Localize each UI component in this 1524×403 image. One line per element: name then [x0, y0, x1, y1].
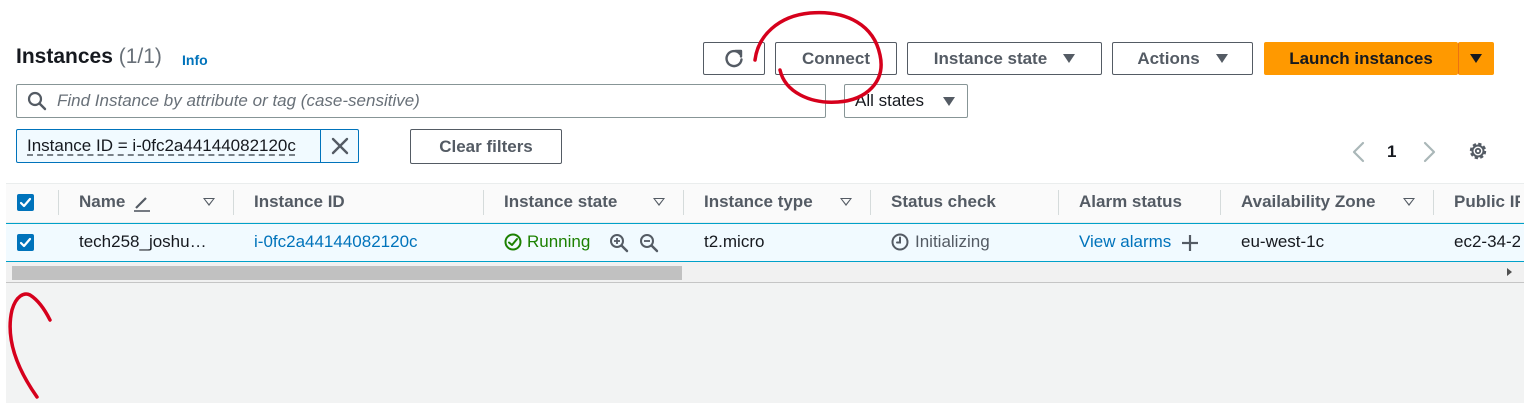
next-page-button[interactable]	[1420, 140, 1438, 169]
column-header-public-ip[interactable]: Public IP	[1454, 192, 1520, 212]
clock-icon	[891, 233, 909, 251]
column-separator	[483, 190, 484, 215]
states-select[interactable]: All states	[844, 84, 968, 118]
column-separator	[58, 190, 59, 215]
search-icon	[27, 91, 47, 111]
column-header-status-check[interactable]: Status check	[891, 192, 996, 212]
clear-filters-label: Clear filters	[439, 136, 533, 156]
column-header-name[interactable]: Name	[79, 192, 125, 212]
column-header-instance-state[interactable]: Instance state	[504, 192, 617, 212]
clear-filters-button[interactable]: Clear filters	[410, 129, 562, 164]
filter-token-label: Instance ID = i-0fc2a44144082120c	[27, 136, 296, 155]
connect-button-label: Connect	[802, 48, 870, 68]
availability-zone: eu-west-1c	[1241, 232, 1325, 251]
refresh-icon	[725, 49, 743, 67]
instance-name: tech258_joshu…	[79, 232, 207, 251]
page-title: Instances (1/1)	[16, 45, 162, 69]
sort-icon[interactable]	[1403, 198, 1415, 206]
search-input[interactable]	[57, 91, 797, 111]
previous-page-button[interactable]	[1350, 140, 1368, 169]
column-header-instance-type[interactable]: Instance type	[704, 192, 813, 212]
instance-state-status: Running	[504, 232, 590, 252]
sort-icon[interactable]	[653, 198, 665, 206]
close-icon	[331, 137, 348, 155]
status-check: Initializing	[891, 232, 990, 252]
caret-down-icon	[943, 96, 955, 106]
page-number[interactable]: 1	[1387, 142, 1396, 162]
launch-instances-label: Launch instances	[1289, 48, 1433, 68]
column-separator	[683, 190, 684, 215]
instance-id-link[interactable]: i-0fc2a44144082120c	[254, 232, 418, 252]
instance-state-label: Instance state	[933, 48, 1048, 68]
instance-state-text: Running	[527, 232, 591, 251]
column-separator	[1220, 190, 1221, 215]
checkmark-icon	[19, 237, 32, 248]
caret-down-icon	[1215, 54, 1228, 63]
chevron-left-icon	[1352, 141, 1365, 163]
public-dns: ec2-34-2	[1454, 232, 1520, 251]
launch-instances-button[interactable]: Launch instances	[1264, 42, 1458, 75]
gear-icon	[1469, 142, 1487, 160]
column-separator	[1058, 190, 1059, 215]
scrollbar-thumb[interactable]	[12, 266, 682, 280]
column-header-alarm-status[interactable]: Alarm status	[1079, 192, 1182, 212]
status-check-text: Initializing	[915, 232, 990, 251]
sort-icon[interactable]	[840, 198, 852, 206]
caret-down-icon	[1470, 54, 1482, 63]
instance-type: t2.micro	[704, 232, 765, 251]
connect-button[interactable]: Connect	[775, 42, 897, 75]
filter-token: Instance ID = i-0fc2a44144082120c	[16, 129, 359, 163]
column-separator	[233, 190, 234, 215]
row-checkbox[interactable]	[17, 234, 34, 251]
actions-label: Actions	[1137, 48, 1200, 68]
page-title-text: Instances	[16, 45, 113, 68]
info-link[interactable]: Info	[182, 52, 208, 68]
check-circle-icon	[504, 233, 522, 251]
instance-state-dropdown[interactable]: Instance state	[907, 42, 1102, 75]
checkmark-icon	[19, 197, 32, 208]
chevron-right-icon	[1423, 141, 1436, 163]
column-separator	[1433, 190, 1434, 215]
actions-dropdown[interactable]: Actions	[1112, 42, 1253, 75]
column-separator	[870, 190, 871, 215]
column-header-availability-zone[interactable]: Availability Zone	[1241, 192, 1375, 212]
refresh-button[interactable]	[703, 42, 765, 75]
select-all-checkbox[interactable]	[17, 194, 34, 211]
view-alarms-link[interactable]: View alarms	[1079, 232, 1171, 252]
states-select-value: All states	[855, 91, 924, 110]
scroll-right-arrow-icon[interactable]	[1507, 268, 1512, 276]
remove-filter-button[interactable]	[320, 130, 358, 162]
sort-icon[interactable]	[203, 198, 215, 206]
instance-count: (1/1)	[118, 45, 162, 68]
caret-down-icon	[1063, 54, 1076, 63]
search-box[interactable]	[16, 84, 826, 118]
horizontal-scrollbar[interactable]	[6, 262, 1524, 283]
table-settings-button[interactable]	[1466, 139, 1490, 168]
launch-options-dropdown[interactable]	[1458, 42, 1494, 75]
column-header-instance-id[interactable]: Instance ID	[254, 192, 345, 212]
